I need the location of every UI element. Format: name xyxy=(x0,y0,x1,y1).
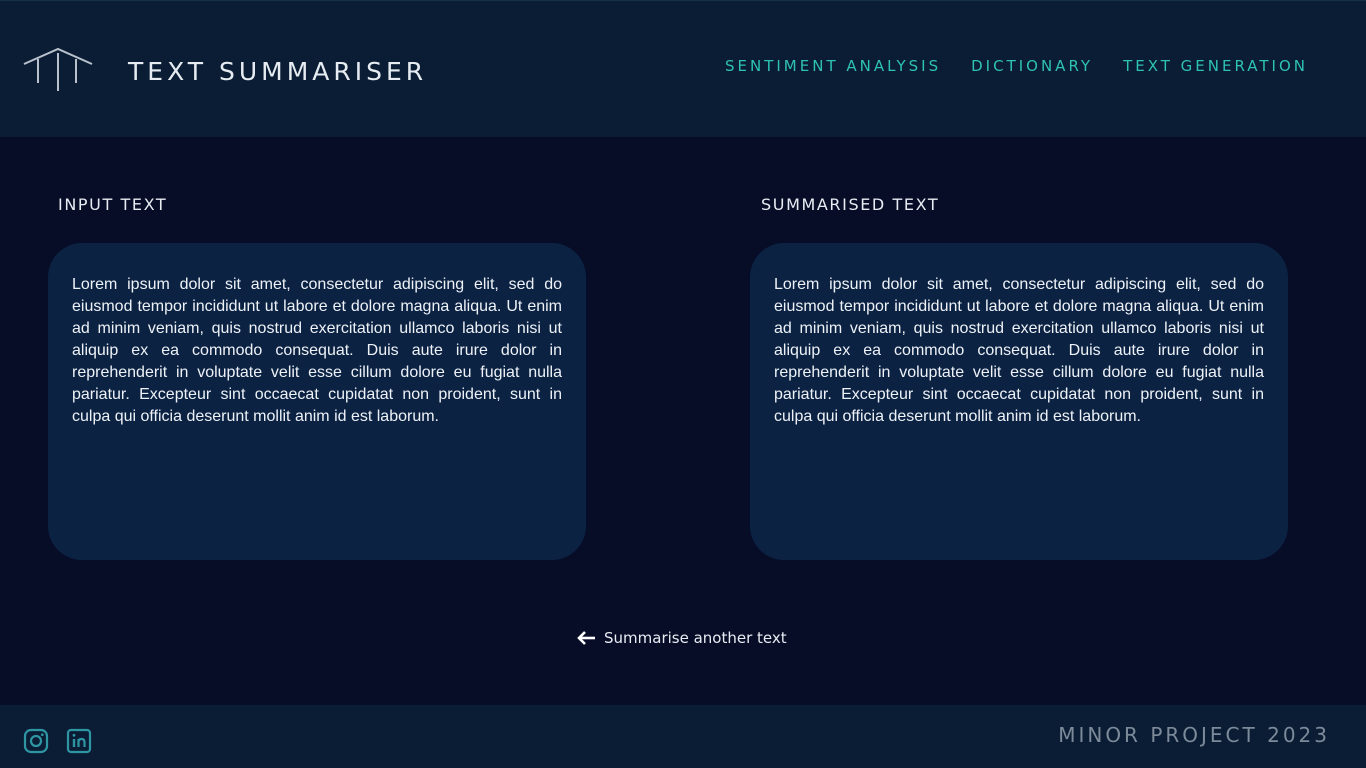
summarised-text-content: Lorem ipsum dolor sit amet, consectetur … xyxy=(774,276,1264,425)
pillars-logo-icon[interactable] xyxy=(22,47,94,93)
linkedin-icon[interactable] xyxy=(65,727,93,755)
nav-link-text-generation[interactable]: TEXT GENERATION xyxy=(1123,57,1308,75)
instagram-icon[interactable] xyxy=(22,727,50,755)
app-title: TEXT SUMMARISER xyxy=(128,57,428,86)
main-nav: SENTIMENT ANALYSIS DICTIONARY TEXT GENER… xyxy=(725,57,1308,75)
footer: MINOR PROJECT 2023 xyxy=(0,705,1366,768)
summarised-text-box: Lorem ipsum dolor sit amet, consectetur … xyxy=(750,243,1288,560)
footer-project-label: MINOR PROJECT 2023 xyxy=(1058,723,1330,747)
input-text-box[interactable]: Lorem ipsum dolor sit amet, consectetur … xyxy=(48,243,586,560)
top-header: TEXT SUMMARISER SENTIMENT ANALYSIS DICTI… xyxy=(0,0,1366,137)
page: TEXT SUMMARISER SENTIMENT ANALYSIS DICTI… xyxy=(0,0,1366,768)
arrow-left-icon xyxy=(577,631,595,645)
summarised-text-heading: SUMMARISED TEXT xyxy=(761,195,940,214)
input-text-heading: INPUT TEXT xyxy=(58,195,168,214)
nav-link-dictionary[interactable]: DICTIONARY xyxy=(971,57,1093,75)
summarise-another-link[interactable]: Summarise another text xyxy=(576,629,787,647)
summarise-another-label: Summarise another text xyxy=(604,629,787,647)
nav-link-sentiment-analysis[interactable]: SENTIMENT ANALYSIS xyxy=(725,57,941,75)
input-text-content[interactable]: Lorem ipsum dolor sit amet, consectetur … xyxy=(72,274,562,428)
